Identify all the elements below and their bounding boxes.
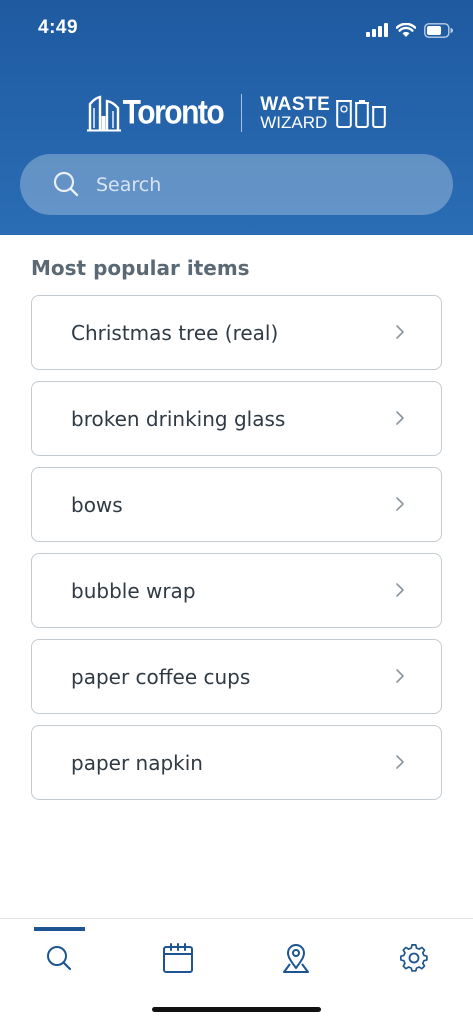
waste-wizard-line2: WIZARD xyxy=(260,113,328,132)
search-bar[interactable] xyxy=(20,154,453,215)
popular-items-list: Christmas tree (real) broken drinking gl… xyxy=(31,295,442,811)
app-logo: Toronto WASTE WIZARD xyxy=(0,88,473,138)
recycle-bin-icon xyxy=(336,100,353,128)
tab-locations[interactable] xyxy=(271,933,321,983)
list-item-label: bubble wrap xyxy=(71,579,196,603)
garbage-bin-icon xyxy=(355,100,370,128)
search-icon xyxy=(53,171,79,197)
search-input[interactable] xyxy=(96,154,426,215)
app-header: 4:49 Toronto WASTE WIZARD Search xyxy=(0,0,473,235)
status-icons xyxy=(366,20,453,40)
green-bin-icon xyxy=(372,106,387,128)
home-indicator[interactable] xyxy=(152,1007,321,1012)
toronto-wordmark: Toronto xyxy=(122,93,225,132)
status-bar: 4:49 xyxy=(0,0,473,60)
waste-wizard-wordmark: WASTE WIZARD xyxy=(260,95,330,131)
list-item-label: broken drinking glass xyxy=(71,407,286,431)
list-item[interactable]: broken drinking glass xyxy=(31,381,442,456)
list-item-label: Christmas tree (real) xyxy=(71,321,279,345)
city-hall-icon xyxy=(86,95,121,132)
list-item[interactable]: bows xyxy=(31,467,442,542)
list-item[interactable]: Christmas tree (real) xyxy=(31,295,442,370)
chevron-right-icon xyxy=(396,325,404,339)
tab-search[interactable] xyxy=(34,933,84,983)
gear-icon xyxy=(400,944,428,972)
chevron-right-icon xyxy=(396,669,404,683)
popular-items-heading: Most popular items xyxy=(31,256,250,280)
chevron-right-icon xyxy=(396,411,404,425)
list-item[interactable]: paper coffee cups xyxy=(31,639,442,714)
tab-calendar[interactable] xyxy=(153,933,203,983)
chevron-right-icon xyxy=(396,583,404,597)
logo-divider xyxy=(241,94,243,132)
list-item-label: paper coffee cups xyxy=(71,665,251,689)
search-icon xyxy=(47,946,72,971)
active-tab-indicator xyxy=(34,927,85,931)
calendar-icon xyxy=(163,943,193,973)
signal-icon xyxy=(366,23,388,37)
bins-icon xyxy=(336,98,387,128)
list-item-label: bows xyxy=(71,493,123,517)
status-time: 4:49 xyxy=(38,17,79,38)
toronto-logo: Toronto xyxy=(86,93,225,132)
wifi-icon xyxy=(396,22,416,37)
list-item[interactable]: bubble wrap xyxy=(31,553,442,628)
location-pin-icon xyxy=(283,944,309,973)
tab-settings[interactable] xyxy=(389,933,439,983)
chevron-right-icon xyxy=(396,497,404,511)
waste-wizard-line1: WASTE xyxy=(260,94,331,115)
chevron-right-icon xyxy=(396,755,404,769)
battery-icon xyxy=(424,22,453,38)
list-item-label: paper napkin xyxy=(71,751,203,775)
list-item[interactable]: paper napkin xyxy=(31,725,442,800)
